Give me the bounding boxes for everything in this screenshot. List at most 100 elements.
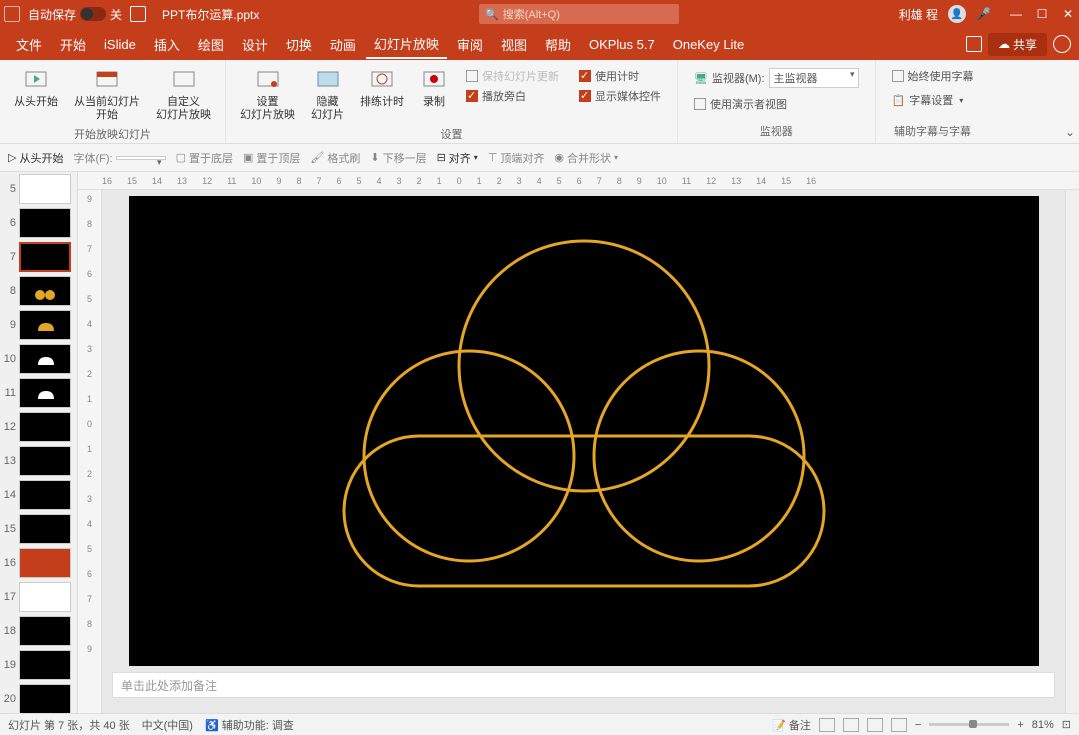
thumbnail-18[interactable]: 18: [2, 616, 75, 646]
thumbnail-17[interactable]: 17: [2, 582, 75, 612]
horizontal-ruler: 1615141312111098765432101234567891011121…: [78, 172, 1079, 190]
save-icon[interactable]: [130, 6, 146, 22]
setup-icon: [254, 66, 282, 94]
menu-设计[interactable]: 设计: [234, 31, 276, 58]
menu-开始[interactable]: 开始: [52, 31, 94, 58]
qb-backward[interactable]: ⬇下移一层: [370, 150, 426, 166]
thumbnail-10[interactable]: 10: [2, 344, 75, 374]
menu-审阅[interactable]: 审阅: [449, 31, 491, 58]
menu-动画[interactable]: 动画: [322, 31, 364, 58]
maximize-button[interactable]: ☐: [1035, 7, 1049, 21]
monitor-dropdown[interactable]: 主监视器: [769, 68, 859, 88]
mic-icon[interactable]: 🎤: [976, 7, 991, 21]
qb-from-start[interactable]: ▷从头开始: [8, 150, 63, 166]
search-input[interactable]: 🔍 搜索(Alt+Q): [479, 4, 679, 24]
normal-view-button[interactable]: [819, 718, 835, 732]
thumbnail-14[interactable]: 14: [2, 480, 75, 510]
fit-button[interactable]: ⊡: [1062, 718, 1071, 731]
share-button[interactable]: ☁ 共享: [988, 33, 1047, 56]
thumbnail-11[interactable]: 11: [2, 378, 75, 408]
avatar[interactable]: 👤: [948, 5, 966, 23]
use-timings-checkbox[interactable]: 使用计时: [579, 68, 661, 84]
rehearse-button[interactable]: 排练计时: [354, 64, 410, 124]
thumbnail-9[interactable]: 9: [2, 310, 75, 340]
thumbnail-7[interactable]: 7: [2, 242, 75, 272]
thumbnail-13[interactable]: 13: [2, 446, 75, 476]
group-label: 辅助字幕与字幕: [894, 121, 971, 139]
accessibility-status[interactable]: ♿ 辅助功能: 调查: [205, 717, 294, 733]
subtitle-settings-button[interactable]: 📋字幕设置▾: [892, 92, 974, 108]
qb-format-painter[interactable]: 🖌格式刷: [310, 150, 360, 166]
qb-merge[interactable]: ◉合并形状▾: [554, 150, 618, 166]
thumbnail-5[interactable]: 5: [2, 174, 75, 204]
qb-top-align[interactable]: ⊤顶端对齐: [488, 150, 545, 166]
zoom-out-button[interactable]: −: [915, 719, 921, 731]
from-current-button[interactable]: 从当前幻灯片 开始: [68, 64, 146, 124]
menu-OneKey Lite[interactable]: OneKey Lite: [665, 33, 753, 56]
sorter-view-button[interactable]: [843, 718, 859, 732]
menu-视图[interactable]: 视图: [493, 31, 535, 58]
slide-thumbnails[interactable]: 56789101112131415161718192021: [0, 172, 78, 713]
minimize-button[interactable]: —: [1009, 7, 1023, 21]
thumbnail-15[interactable]: 15: [2, 514, 75, 544]
notes-pane[interactable]: 单击此处添加备注: [112, 672, 1055, 698]
autosave-toggle[interactable]: 自动保存 关: [28, 6, 122, 23]
menu-OKPlus 5.7[interactable]: OKPlus 5.7: [581, 33, 663, 56]
checkbox-icon: [892, 70, 904, 82]
checkbox-icon: [579, 90, 591, 102]
play-narration-checkbox[interactable]: 播放旁白: [466, 88, 559, 104]
vertical-scrollbar[interactable]: [1065, 190, 1079, 713]
keep-updated-checkbox[interactable]: 保持幻灯片更新: [466, 68, 559, 84]
menu-绘图[interactable]: 绘图: [190, 31, 232, 58]
feedback-icon[interactable]: [1053, 35, 1071, 53]
group-label: 开始放映幻灯片: [74, 124, 151, 142]
menu-帮助[interactable]: 帮助: [537, 31, 579, 58]
thumbnail-8[interactable]: 8: [2, 276, 75, 306]
setup-button[interactable]: 设置 幻灯片放映: [234, 64, 301, 124]
thumbnail-19[interactable]: 19: [2, 650, 75, 680]
slideshow-view-button[interactable]: [891, 718, 907, 732]
record-button[interactable]: 录制: [414, 64, 454, 124]
close-button[interactable]: ✕: [1061, 7, 1075, 21]
thumbnail-16[interactable]: 16: [2, 548, 75, 578]
collapse-ribbon-button[interactable]: ⌄: [1061, 121, 1079, 143]
thumbnail-20[interactable]: 20: [2, 684, 75, 713]
menu-iSlide[interactable]: iSlide: [96, 33, 144, 56]
slide-content[interactable]: [129, 196, 1039, 666]
zoom-in-button[interactable]: +: [1017, 719, 1023, 731]
app-icon[interactable]: [4, 6, 20, 22]
font-dropdown[interactable]: [116, 156, 166, 160]
group-label: 监视器: [760, 121, 793, 139]
reading-view-button[interactable]: [867, 718, 883, 732]
menu-文件[interactable]: 文件: [8, 31, 50, 58]
always-subtitle-checkbox[interactable]: 始终使用字幕: [892, 68, 974, 84]
hide-icon: [314, 66, 342, 94]
qb-align[interactable]: ⊟对齐▾: [437, 150, 478, 166]
hide-slide-button[interactable]: 隐藏 幻灯片: [305, 64, 350, 124]
thumbnail-6[interactable]: 6: [2, 208, 75, 238]
qb-bring-front[interactable]: ▣置于顶层: [243, 150, 300, 166]
ribbon-group-start: 从头开始 从当前幻灯片 开始 自定义 幻灯片放映 开始放映幻灯片: [0, 60, 226, 143]
qb-font[interactable]: 字体(F):: [73, 150, 165, 166]
search-icon: 🔍: [485, 8, 499, 21]
language-status[interactable]: 中文(中国): [142, 717, 193, 733]
thumbnail-12[interactable]: 12: [2, 412, 75, 442]
menu-切换[interactable]: 切换: [278, 31, 320, 58]
qb-send-back[interactable]: ▢置于底层: [176, 150, 233, 166]
notes-button[interactable]: 📝 备注: [772, 717, 811, 733]
editor-pane: 1615141312111098765432101234567891011121…: [78, 172, 1079, 713]
menu-插入[interactable]: 插入: [146, 31, 188, 58]
down-icon: ⬇: [370, 151, 379, 164]
presenter-view-checkbox[interactable]: 使用演示者视图: [694, 96, 859, 112]
zoom-slider[interactable]: [929, 723, 1009, 726]
ribbon: 从头开始 从当前幻灯片 开始 自定义 幻灯片放映 开始放映幻灯片 设置 幻灯片放…: [0, 60, 1079, 144]
comments-icon[interactable]: [966, 36, 982, 52]
custom-show-button[interactable]: 自定义 幻灯片放映: [150, 64, 217, 124]
zoom-level[interactable]: 81%: [1032, 719, 1054, 731]
from-beginning-button[interactable]: 从头开始: [8, 64, 64, 124]
slide-canvas[interactable]: [129, 196, 1039, 666]
show-media-checkbox[interactable]: 显示媒体控件: [579, 88, 661, 104]
toggle-icon[interactable]: [80, 7, 106, 21]
menu-幻灯片放映[interactable]: 幻灯片放映: [366, 30, 447, 59]
ribbon-group-subtitle: 始终使用字幕 📋字幕设置▾ 辅助字幕与字幕: [876, 60, 990, 143]
